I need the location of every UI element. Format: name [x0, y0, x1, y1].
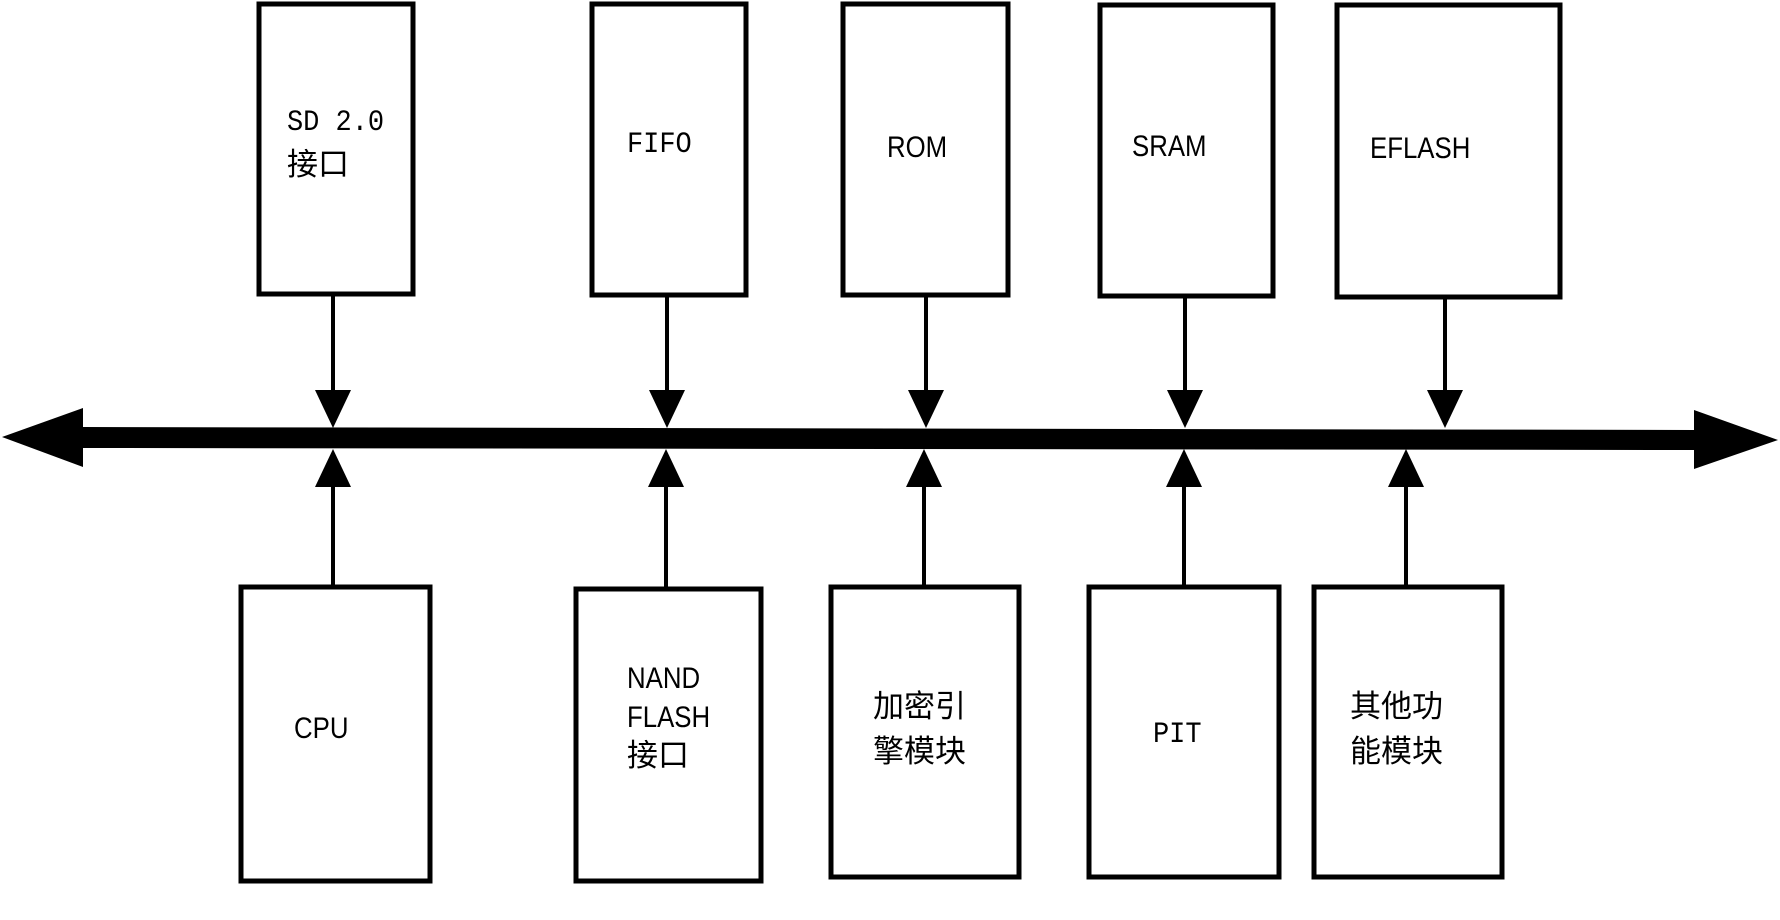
bus-left-arrowhead-icon [2, 408, 83, 467]
bus-block-diagram: SD 2.0 接口 FIFO ROM SRAM EFLASH CPU NAND FLASH 接口… [2, 1, 1778, 884]
arrow-down-icon [315, 390, 351, 428]
arrow-down-icon [908, 390, 944, 428]
module-box[interactable] [573, 586, 764, 884]
bottom-label-line: 接口 [627, 738, 689, 774]
module-box[interactable] [1311, 584, 1505, 880]
bus-right-arrowhead-icon [1694, 410, 1778, 469]
top-label-line: FIFO [627, 127, 692, 162]
module-fifo[interactable]: FIFO [589, 1, 749, 428]
module-rom[interactable]: ROM [840, 1, 1011, 428]
module-nand-flash-interface[interactable]: NAND FLASH 接口 [573, 449, 764, 884]
bottom-label-line: NAND [627, 661, 700, 694]
top-label-line: ROM [887, 130, 947, 163]
arrow-up-icon [1388, 449, 1424, 487]
module-cpu[interactable]: CPU [238, 449, 433, 884]
module-crypto-engine[interactable]: 加密引擎模块 [828, 449, 1022, 880]
bottom-label-line: FLASH [627, 700, 710, 733]
module-eflash[interactable]: EFLASH [1334, 2, 1563, 428]
top-label-line: 接口 [287, 147, 349, 183]
module-sd-interface[interactable]: SD 2.0 接口 [256, 1, 416, 428]
arrow-down-icon [1427, 390, 1463, 428]
module-pit[interactable]: PIT [1086, 449, 1282, 880]
system-bus [2, 408, 1778, 469]
bottom-label-line: 加密引 [873, 689, 966, 725]
arrow-down-icon [649, 390, 685, 428]
arrow-up-icon [315, 449, 351, 487]
bottom-modules: CPU NAND FLASH 接口 加密引擎模块 PIT 其他功能模块 [238, 449, 1505, 884]
top-modules: SD 2.0 接口 FIFO ROM SRAM EFLASH [256, 1, 1563, 428]
module-sram[interactable]: SRAM [1097, 2, 1276, 428]
bottom-label-line: 能模块 [1350, 734, 1443, 770]
bottom-label-line: 擎模块 [873, 734, 966, 770]
module-other-modules[interactable]: 其他功能模块 [1311, 449, 1505, 880]
bottom-label-line: CPU [294, 711, 348, 744]
module-box[interactable] [828, 584, 1022, 880]
top-label-line: SRAM [1132, 129, 1207, 162]
arrow-up-icon [648, 449, 684, 487]
arrow-up-icon [1166, 449, 1202, 487]
bus-bar [83, 427, 1694, 450]
top-label-line: SD 2.0 [287, 105, 384, 140]
bottom-label-line: PIT [1153, 717, 1202, 752]
arrow-down-icon [1167, 390, 1203, 428]
arrow-up-icon [906, 449, 942, 487]
bottom-label-line: 其他功 [1350, 689, 1443, 725]
top-label-line: EFLASH [1370, 131, 1470, 164]
